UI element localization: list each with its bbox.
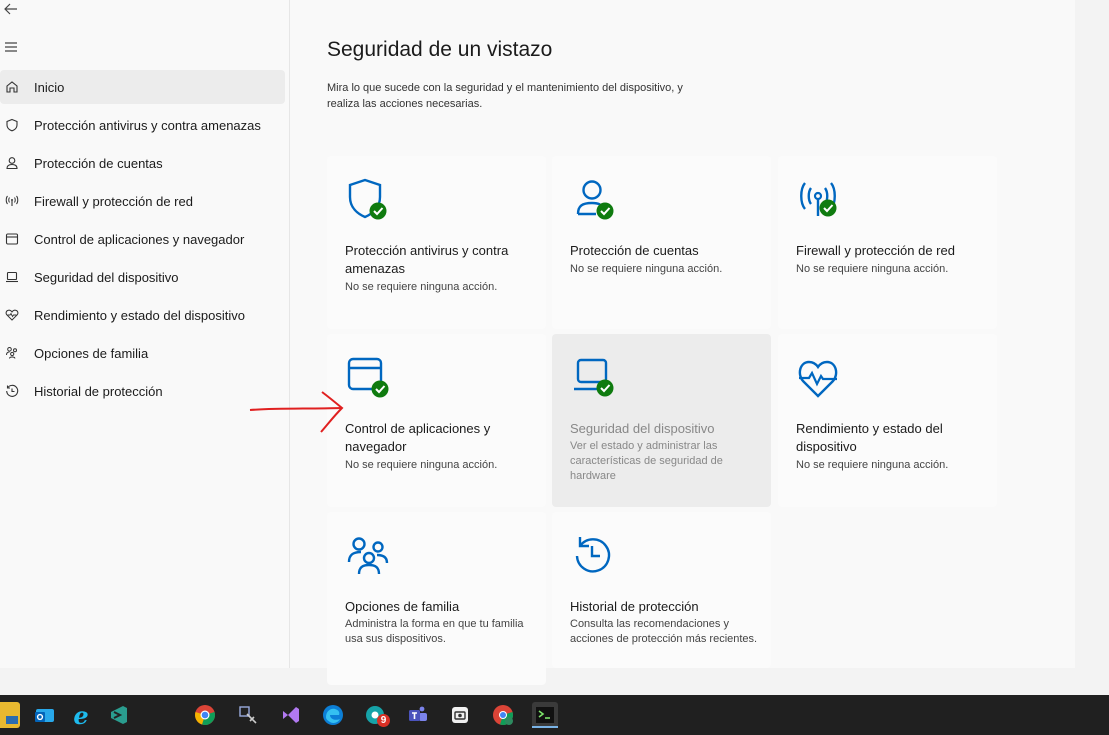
- card-description: Consulta las recomendaciones y acciones …: [570, 618, 758, 645]
- card-title: Seguridad del dispositivo: [570, 421, 715, 436]
- person-icon: [4, 155, 20, 171]
- card-title: Firewall y protección de red: [796, 243, 955, 258]
- card-status: No se requiere ninguna acción.: [345, 459, 498, 471]
- internet-explorer-icon[interactable]: e: [68, 701, 94, 730]
- card-device-security[interactable]: Seguridad del dispositivo Ver el estado …: [552, 334, 771, 507]
- card-status: No se requiere ninguna acción.: [796, 459, 949, 471]
- edge-icon[interactable]: [320, 702, 346, 728]
- sidebar-item-label: Firewall y protección de red: [34, 193, 193, 209]
- sidebar-nav: Inicio Protección antivirus y contra ame…: [0, 70, 289, 412]
- windows-security-window: Inicio Protección antivirus y contra ame…: [0, 0, 1075, 685]
- camera-app-icon[interactable]: [447, 702, 473, 728]
- sidebar-item-history[interactable]: Historial de protección: [0, 374, 285, 408]
- sidebar-item-firewall[interactable]: Firewall y protección de red: [0, 184, 285, 218]
- sidebar-item-label: Historial de protección: [34, 383, 163, 399]
- card-title: Rendimiento y estado del dispositivo: [796, 421, 943, 454]
- notification-badge: 9: [377, 714, 390, 727]
- person-check-icon: [570, 176, 618, 224]
- teams-icon[interactable]: [405, 702, 431, 728]
- sidebar-item-label: Rendimiento y estado del dispositivo: [34, 307, 246, 323]
- history-icon: [4, 383, 20, 399]
- sidebar-item-device-security[interactable]: Seguridad del dispositivo: [0, 260, 285, 294]
- browser-check-icon: [345, 354, 393, 402]
- main-content: Seguridad de un vistazo Mira lo que suce…: [290, 0, 1075, 685]
- sidebar-item-label: Seguridad del dispositivo: [34, 269, 179, 285]
- card-title: Opciones de familia: [345, 599, 460, 614]
- sidebar: Inicio Protección antivirus y contra ame…: [0, 0, 290, 668]
- card-status: No se requiere ninguna acción.: [570, 263, 723, 275]
- laptop-check-icon: [570, 354, 618, 402]
- sidebar-item-cuentas[interactable]: Protección de cuentas: [0, 146, 285, 180]
- shield-icon: [4, 117, 20, 133]
- sidebar-item-label: Protección antivirus y contra amenazas: [34, 117, 261, 133]
- card-firewall[interactable]: Firewall y protección de red No se requi…: [778, 156, 997, 329]
- card-title: Protección antivirus y contra amenazas: [345, 243, 509, 276]
- wifi-antenna-icon: [4, 193, 20, 209]
- sidebar-item-antivirus[interactable]: Protección antivirus y contra amenazas: [0, 108, 285, 142]
- card-antivirus[interactable]: Protección antivirus y contra amenazas N…: [327, 156, 546, 329]
- card-title: Protección de cuentas: [570, 243, 699, 258]
- heart-pulse-icon: [4, 307, 20, 323]
- card-protection-history[interactable]: Historial de protección Consulta las rec…: [552, 512, 771, 668]
- active-indicator: [532, 726, 558, 728]
- annotation-arrow-icon: [249, 391, 344, 433]
- sidebar-item-label: Inicio: [34, 79, 65, 95]
- heart-pulse-icon: [796, 354, 844, 402]
- card-app-browser-control[interactable]: Control de aplicaciones y navegador No s…: [327, 334, 546, 507]
- outlook-icon[interactable]: [32, 702, 58, 728]
- sidebar-item-family[interactable]: Opciones de familia: [0, 336, 285, 370]
- card-description: Ver el estado y administrar las caracter…: [570, 440, 723, 482]
- card-description: Administra la forma en que tu familia us…: [345, 618, 524, 645]
- home-icon: [4, 79, 20, 95]
- chrome-profile-icon[interactable]: [490, 702, 516, 728]
- hamburger-menu-icon[interactable]: [2, 38, 20, 56]
- family-icon: [345, 532, 393, 580]
- page-subtitle: Mira lo que sucede con la seguridad y el…: [327, 82, 683, 110]
- card-status: No se requiere ninguna acción.: [345, 281, 498, 293]
- card-title: Control de aplicaciones y navegador: [345, 421, 491, 454]
- chrome-badge-icon[interactable]: 9: [362, 702, 390, 728]
- sidebar-item-performance[interactable]: Rendimiento y estado del dispositivo: [0, 298, 285, 332]
- page-title: Seguridad de un vistazo: [327, 38, 553, 61]
- sidebar-item-label: Opciones de familia: [34, 345, 149, 361]
- antenna-check-icon: [796, 176, 844, 224]
- back-arrow-icon[interactable]: [2, 0, 20, 18]
- card-accounts[interactable]: Protección de cuentas No se requiere nin…: [552, 156, 771, 329]
- snipping-tool-icon[interactable]: [235, 702, 261, 728]
- laptop-icon: [4, 269, 20, 285]
- history-icon: [570, 532, 618, 580]
- taskbar: e 9: [0, 695, 1109, 735]
- chrome-icon[interactable]: [192, 702, 218, 728]
- visual-studio-code-icon[interactable]: [106, 702, 132, 728]
- sidebar-item-inicio[interactable]: Inicio: [0, 70, 285, 104]
- family-icon: [4, 345, 20, 361]
- visual-studio-icon[interactable]: [278, 702, 304, 728]
- sidebar-item-label: Protección de cuentas: [34, 155, 163, 171]
- terminal-icon[interactable]: [532, 702, 558, 728]
- browser-window-icon: [4, 231, 20, 247]
- sidebar-item-label: Control de aplicaciones y navegador: [34, 231, 245, 247]
- card-performance-health[interactable]: Rendimiento y estado del dispositivo No …: [778, 334, 997, 507]
- file-explorer-icon[interactable]: [0, 702, 20, 728]
- card-title: Historial de protección: [570, 599, 699, 614]
- card-status: No se requiere ninguna acción.: [796, 263, 949, 275]
- card-family-options[interactable]: Opciones de familia Administra la forma …: [327, 512, 546, 685]
- sidebar-item-app-browser[interactable]: Control de aplicaciones y navegador: [0, 222, 285, 256]
- shield-check-icon: [345, 176, 393, 224]
